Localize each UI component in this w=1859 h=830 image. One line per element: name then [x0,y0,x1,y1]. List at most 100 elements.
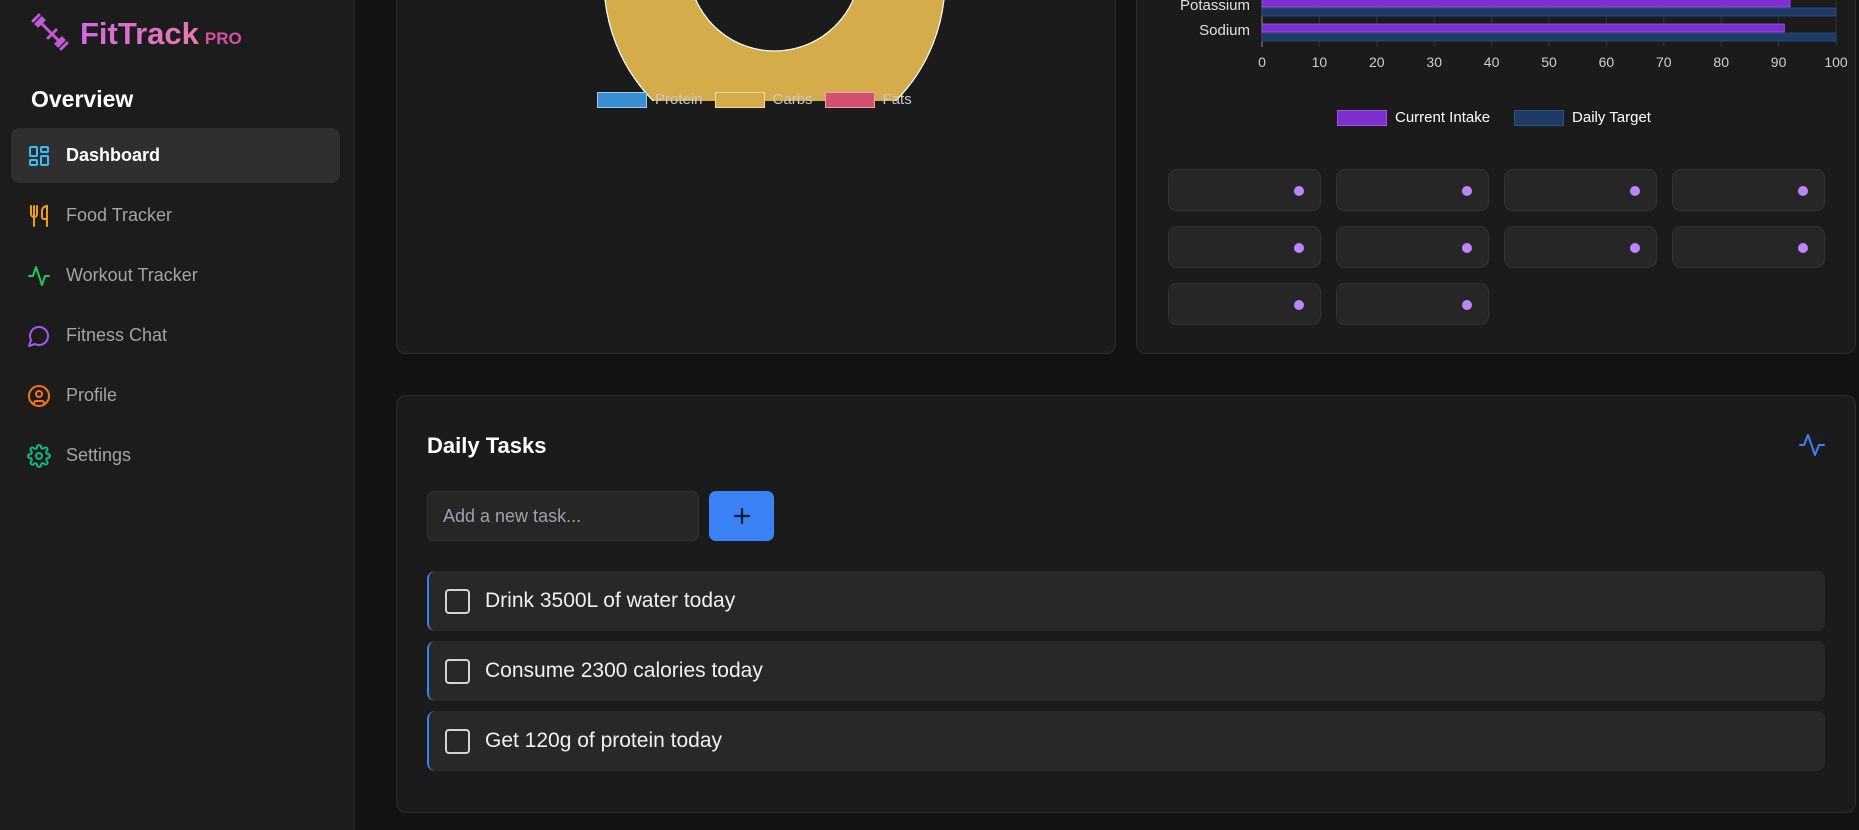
micronutrients-card: 0 10 20 30 40 50 60 70 80 90 100 Potassium Sodium Cu… [1136,0,1856,354]
sidebar-nav: Dashboard Food Tracker Workout Tracker F… [11,128,340,488]
bar-daily-target [1261,32,1837,42]
legend-swatch [824,91,875,108]
bar-current-intake [1261,23,1785,33]
brand-name: FitTrack [80,16,199,51]
section-title: Overview [31,86,134,112]
bar-legend: Current Intake Daily Target [1337,109,1675,126]
chat-icon [26,323,52,349]
sidebar-item-label: Profile [66,385,118,405]
micronutrients-bar-chart: 0 10 20 30 40 50 60 70 80 90 100 Potassium Sodium [1180,0,1848,70]
brand-badge: PRO [204,29,242,48]
sidebar: FitTrack PRO Overview Dashboard Food Tra… [0,0,355,830]
status-dot [1462,300,1472,310]
legend-label: Daily Target [1572,109,1651,126]
tasks-title: Daily Tasks [427,433,547,458]
activity-icon[interactable] [1797,430,1827,460]
legend-swatch [714,91,765,108]
x-tick-label: 70 [1656,54,1672,70]
status-dot [1294,243,1304,253]
nutrient-pill[interactable] [1336,169,1489,211]
add-task-button[interactable] [709,491,774,541]
legend-label: Fats [882,91,912,108]
x-tick-label: 0 [1258,54,1266,70]
sidebar-item-fitness-chat[interactable]: Fitness Chat [11,308,340,363]
user-circle-icon [26,383,52,409]
y-category-label: Sodium [1199,22,1250,39]
sidebar-item-label: Workout Tracker [66,265,198,285]
sidebar-item-profile[interactable]: Profile [11,368,340,423]
utensils-icon [26,203,52,229]
dumbbell-icon [30,12,70,57]
gear-icon [26,443,52,469]
status-dot [1462,243,1472,253]
nutrient-pill[interactable] [1672,169,1825,211]
bar-current-intake [1261,0,1791,8]
task-item: Get 120g of protein today [427,711,1825,771]
task-checkbox[interactable] [445,588,470,614]
brand-logo[interactable]: FitTrack PRO [30,12,242,56]
bar-daily-target [1261,7,1837,17]
status-dot [1798,243,1808,253]
status-dot [1294,300,1304,310]
nutrient-pill[interactable] [1336,226,1489,268]
sidebar-item-settings[interactable]: Settings [11,428,340,483]
sidebar-item-label: Settings [66,445,132,465]
task-checkbox[interactable] [445,728,470,754]
nutrient-pill[interactable] [1168,169,1321,211]
nutrient-pill[interactable] [1504,226,1657,268]
new-task-input[interactable] [427,491,699,541]
nutrient-pill[interactable] [1336,283,1489,325]
legend-label: Carbs [772,91,813,108]
y-category-label: Potassium [1180,0,1250,14]
daily-tasks-card: Daily Tasks Drink 3500L of water today C… [396,395,1856,813]
legend-swatch [1337,109,1387,126]
sidebar-item-workout-tracker[interactable]: Workout Tracker [11,248,340,303]
task-list: Drink 3500L of water today Consume 2300 … [427,571,1825,781]
status-dot [1630,186,1640,196]
macros-card: Protein Carbs Fats [396,0,1116,354]
task-text: Get 120g of protein today [485,729,722,752]
legend-label: Current Intake [1395,109,1491,126]
legend-label: Protein [655,91,703,108]
status-dot [1630,243,1640,253]
legend-item-fats[interactable]: Fats [824,91,912,108]
sidebar-item-food-tracker[interactable]: Food Tracker [11,188,340,243]
legend-swatch [1514,109,1565,126]
task-item: Consume 2300 calories today [427,641,1825,701]
x-tick-label: 20 [1369,54,1385,70]
sidebar-item-label: Fitness Chat [66,325,168,345]
x-tick-label: 10 [1312,54,1328,70]
macros-donut-chart [604,0,945,101]
task-checkbox[interactable] [445,658,470,684]
dashboard-icon [26,143,52,169]
nutrient-pill[interactable] [1168,283,1321,325]
sidebar-item-label: Dashboard [66,145,161,165]
legend-swatch [597,91,647,108]
x-tick-label: 100 [1824,54,1848,70]
x-tick-label: 40 [1484,54,1500,70]
x-tick-label: 30 [1426,54,1442,70]
nutrient-pill[interactable] [1672,226,1825,268]
status-dot [1462,186,1472,196]
plus-icon [733,507,750,525]
macros-legend: Protein Carbs Fats [597,91,924,108]
status-dot [1798,186,1808,196]
nutrient-pill[interactable] [1504,169,1657,211]
legend-item-current-intake[interactable]: Current Intake [1337,109,1490,126]
status-dot [1294,186,1304,196]
sidebar-item-label: Food Tracker [66,205,173,225]
legend-item-carbs[interactable]: Carbs [714,91,813,108]
task-text: Consume 2300 calories today [485,659,763,682]
x-tick-label: 90 [1771,54,1787,70]
sidebar-item-dashboard[interactable]: Dashboard [11,128,340,183]
donut-slice-carbs[interactable] [604,0,945,101]
x-tick-label: 60 [1599,54,1615,70]
legend-item-daily-target[interactable]: Daily Target [1514,109,1651,126]
legend-item-protein[interactable]: Protein [597,91,703,108]
nutrient-pill[interactable] [1168,226,1321,268]
task-text: Drink 3500L of water today [485,589,736,612]
x-tick-label: 50 [1541,54,1557,70]
task-item: Drink 3500L of water today [427,571,1825,631]
nutrient-pill-grid [1168,169,1828,325]
activity-icon [26,263,52,289]
